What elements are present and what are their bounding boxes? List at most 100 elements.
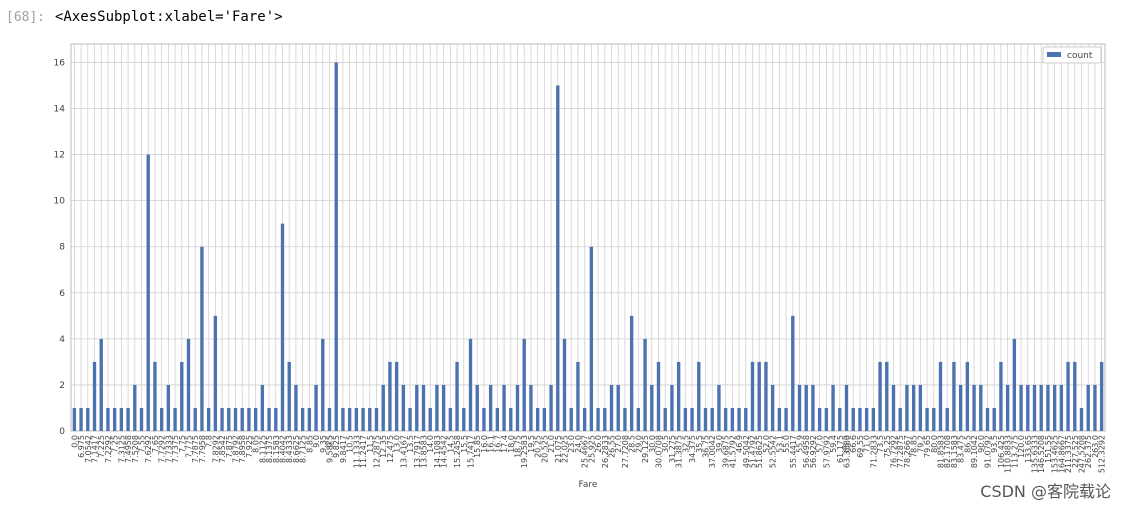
bar [1032,384,1037,431]
bar [361,407,365,431]
bar [166,384,171,431]
bar [240,407,244,431]
bar [1099,361,1104,431]
bar [247,407,251,431]
y-tick-label: 14 [54,105,66,115]
bar [509,407,513,431]
bar [535,407,540,431]
bar [878,361,882,431]
bar [958,384,963,431]
bar [388,361,392,431]
bar [797,384,802,431]
bar [455,361,459,431]
bar [616,384,620,431]
bar [831,384,835,431]
plot-frame [70,43,1106,432]
bar [193,407,197,431]
bar [992,407,996,431]
y-tick-labels: 0 2 4 6 8 10 12 14 16 [54,58,66,437]
bar [683,407,688,431]
bar [200,246,204,431]
bar [670,384,674,431]
legend: count [1042,46,1102,64]
bar [227,407,231,431]
bar [777,407,782,431]
bar [260,384,265,431]
bar [381,384,385,431]
y-tick-label: 8 [59,243,65,253]
bar [408,407,412,431]
bar [737,407,741,431]
bar [186,338,191,431]
bar [529,384,533,431]
bar [280,223,285,431]
bar [770,384,775,431]
bar [421,384,426,431]
bar [844,384,849,431]
bar [891,384,896,431]
bar [287,361,291,431]
bar [1026,384,1030,431]
x-tick-labels: 0.06.9757.05427.14177.2257.22927.257.312… [70,435,1106,473]
y-tick-label: 12 [54,151,65,161]
bar [119,407,124,431]
bar [979,384,983,431]
bar [744,407,748,431]
bar [213,315,218,431]
y-tick-label: 10 [54,197,66,207]
bar [932,407,936,431]
bar [341,407,345,431]
bar [1005,384,1010,431]
bar [663,407,667,431]
bar [905,384,909,431]
bar [146,154,150,432]
bar [334,62,338,432]
bar [300,407,305,431]
grid-lines [71,44,1105,432]
bar [253,407,258,431]
bar [938,361,943,431]
bar [1093,384,1097,431]
bar [475,384,479,431]
bar [307,407,312,431]
bar [858,407,862,431]
bar [817,407,822,431]
bar [354,407,359,431]
bar [72,407,77,431]
bar [86,407,90,431]
bar [851,407,855,431]
bar [824,407,829,431]
bar [898,407,902,431]
bar [488,384,493,431]
bar [428,407,432,431]
bar [468,338,473,431]
bar [314,384,318,431]
bar [374,407,379,431]
bar [918,384,923,431]
bar [126,407,130,431]
bar [730,407,735,431]
bar [965,361,970,431]
watermark: CSDN @客院载论 [980,482,1111,501]
bar [92,361,97,431]
bar [562,338,567,431]
bar [448,407,453,431]
bar [999,361,1003,431]
bar [435,384,439,431]
bar [629,315,634,431]
bar [636,407,641,431]
bar [180,361,184,431]
bar [589,246,594,431]
bar [441,384,446,431]
y-tick-label: 2 [59,381,65,391]
bar [596,407,600,431]
bar [838,407,842,431]
bar [542,407,547,431]
y-tick-label: 4 [59,335,65,345]
bar [327,407,332,431]
bar [522,338,526,431]
bar [267,407,271,431]
bar [757,361,761,431]
legend-swatch [1047,52,1061,57]
bar [1073,361,1077,431]
